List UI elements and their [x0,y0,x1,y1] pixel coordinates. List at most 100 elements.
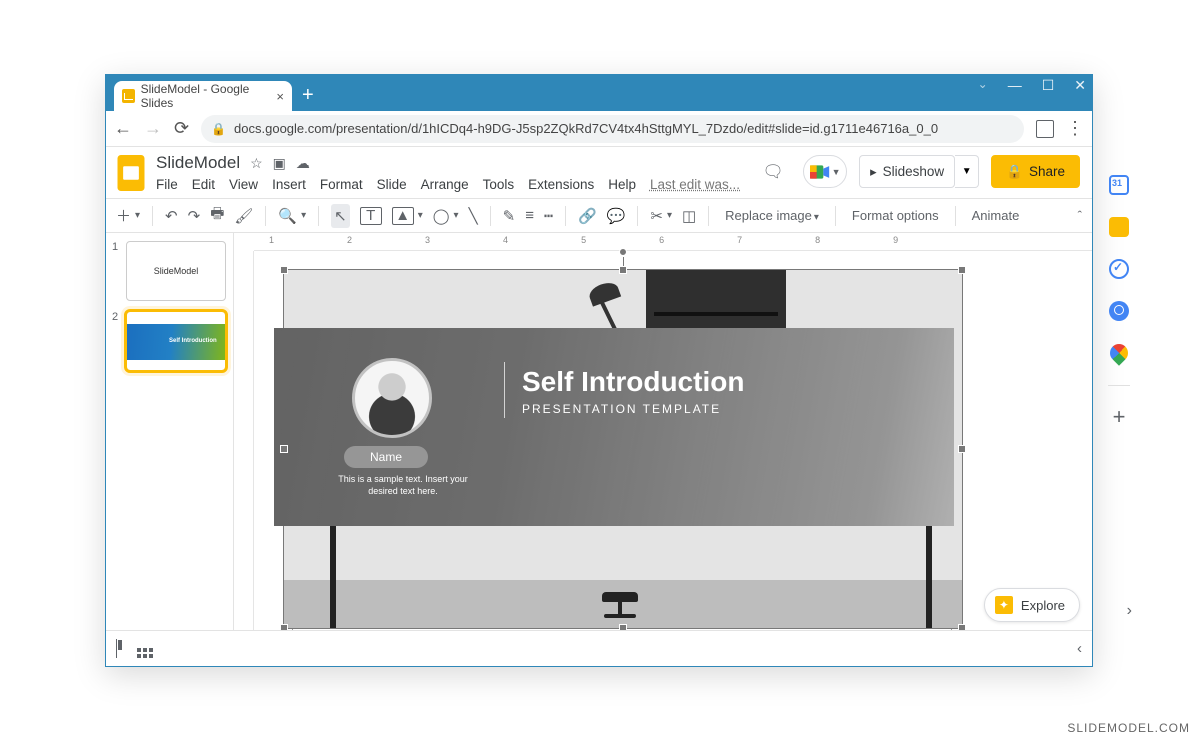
omnibox[interactable]: 🔒 docs.google.com/presentation/d/1hICDq4… [201,115,1024,143]
menu-arrange[interactable]: Arrange [421,177,469,192]
menu-slide[interactable]: Slide [377,177,407,192]
sidepanel-collapse[interactable]: › [1127,602,1132,620]
close-window-button[interactable]: ✕ [1074,77,1086,94]
meet-button[interactable]: ▼ [803,155,847,188]
grid-view-button[interactable] [137,639,153,658]
line-tool[interactable]: ╲ [469,207,478,225]
slides-logo[interactable] [114,153,148,193]
select-tool[interactable]: ↖ [331,204,350,228]
paint-format-button[interactable]: 🖌 [234,207,253,225]
slideshow-button[interactable]: Slideshow [859,155,955,188]
ruler-vertical[interactable] [234,251,254,666]
menu-bar: File Edit View Insert Format Slide Arran… [156,175,740,198]
zoom-button[interactable]: 🔍▾ [278,207,306,225]
resize-handle-e[interactable] [958,445,966,453]
replace-image-button[interactable]: Replace image▾ [721,208,823,223]
print-button[interactable]: 🖶 [210,203,224,228]
sample-text: This is a sample text. Insert your desir… [338,474,468,497]
explore-icon: ✦ [995,596,1013,614]
resize-handle-w[interactable] [280,445,288,453]
undo-button[interactable]: ↶ [165,207,178,225]
tab-title: SlideModel - Google Slides [141,82,271,110]
filmstrip-view-button[interactable] [116,640,117,657]
tasks-icon[interactable] [1109,259,1129,279]
star-icon[interactable]: ☆ [250,155,263,172]
lock-icon: 🔒 [211,122,226,136]
menu-insert[interactable]: Insert [272,177,306,192]
menu-tools[interactable]: Tools [483,177,515,192]
speaker-notes-toggle[interactable]: ‹ [1077,640,1082,657]
last-edit-link[interactable]: Last edit was... [650,177,740,192]
window-chevron-icon[interactable]: ⌄ [978,77,988,94]
menu-view[interactable]: View [229,177,258,192]
comments-button[interactable]: 🗨 [755,155,791,188]
slideshow-dropdown[interactable]: ▼ [955,155,979,188]
menu-file[interactable]: File [156,177,178,192]
lock-icon: 🔒 [1006,164,1023,180]
forward-button[interactable]: → [144,118,162,139]
close-tab-icon[interactable]: × [276,89,284,104]
slides-favicon [122,89,135,103]
slides-header: SlideModel ☆ ▣ ☁ File Edit View Insert F… [106,147,1092,199]
share-button[interactable]: 🔒 Share [991,155,1080,188]
move-icon[interactable]: ▣ [273,155,286,172]
crop-button[interactable]: ✂▾ [650,207,672,225]
new-slide-button[interactable]: ＋▾ [116,205,140,226]
redo-button[interactable]: ↷ [188,207,201,225]
thumb-number: 2 [112,311,122,371]
reload-button[interactable]: ⟳ [174,118,189,139]
image-tool[interactable]: ▲▾ [392,207,423,225]
explore-button[interactable]: ✦ Explore [984,588,1080,622]
format-options-button[interactable]: Format options [848,208,943,223]
maximize-button[interactable]: ☐ [1042,77,1055,94]
selected-image[interactable]: Name This is a sample text. Insert your … [283,269,963,629]
doc-name[interactable]: SlideModel [156,153,240,173]
border-color-button[interactable]: ✎ [503,207,516,225]
resize-handle-n[interactable] [619,266,627,274]
chevron-down-icon: ▼ [832,167,841,177]
maps-icon[interactable] [1106,340,1131,365]
keep-icon[interactable] [1109,217,1129,237]
browser-tab[interactable]: SlideModel - Google Slides × [114,81,292,111]
calendar-icon[interactable] [1109,175,1129,195]
resize-handle-nw[interactable] [280,266,288,274]
thumbnail-2[interactable]: Self Introduction [126,311,226,371]
resize-handle-ne[interactable] [958,266,966,274]
thumbnail-strip[interactable]: 1 SlideModel 2 Self Introduction [106,233,234,666]
collapse-toolbar-button[interactable]: ˆ [1078,208,1082,223]
addons-button[interactable]: + [1113,408,1126,428]
slide-canvas[interactable]: Name This is a sample text. Insert your … [270,263,1072,654]
textbox-tool[interactable]: T [360,207,382,225]
workspace: 1 SlideModel 2 Self Introduction 123 456… [106,233,1092,666]
shape-tool[interactable]: ◯▾ [433,207,459,225]
cloud-status-icon[interactable]: ☁ [296,155,310,172]
url-text: docs.google.com/presentation/d/1hICDq4-h… [234,121,938,136]
menu-format[interactable]: Format [320,177,363,192]
browser-menu-button[interactable]: ⋮ [1066,118,1084,139]
divider [504,362,505,418]
minimize-button[interactable]: — [1008,77,1022,94]
menu-edit[interactable]: Edit [192,177,215,192]
extensions-button[interactable] [1036,120,1054,138]
menu-help[interactable]: Help [608,177,636,192]
mask-button[interactable]: ◫ [682,207,696,225]
thumbnail-1[interactable]: SlideModel [126,241,226,301]
thumbnail-1-row: 1 SlideModel [112,241,227,301]
address-bar: ← → ⟳ 🔒 docs.google.com/presentation/d/1… [106,111,1092,147]
menu-extensions[interactable]: Extensions [528,177,594,192]
side-panel: + [1102,175,1136,428]
border-weight-button[interactable]: ≡ [525,207,534,224]
ruler-horizontal[interactable]: 123 456 789 [254,233,1092,251]
thumb-number: 1 [112,241,122,301]
avatar [352,358,432,438]
link-button[interactable]: 🔗 [578,207,597,225]
comment-button[interactable]: 💬 [607,207,626,225]
rotation-handle[interactable] [619,248,627,256]
new-tab-button[interactable]: + [292,84,324,111]
animate-button[interactable]: Animate [968,208,1024,223]
contacts-icon[interactable] [1109,301,1129,321]
back-button[interactable]: ← [114,118,132,139]
border-dash-button[interactable]: ┅ [544,207,553,225]
canvas-area: 123 456 789 [234,233,1092,666]
slide: Name This is a sample text. Insert your … [292,273,952,643]
